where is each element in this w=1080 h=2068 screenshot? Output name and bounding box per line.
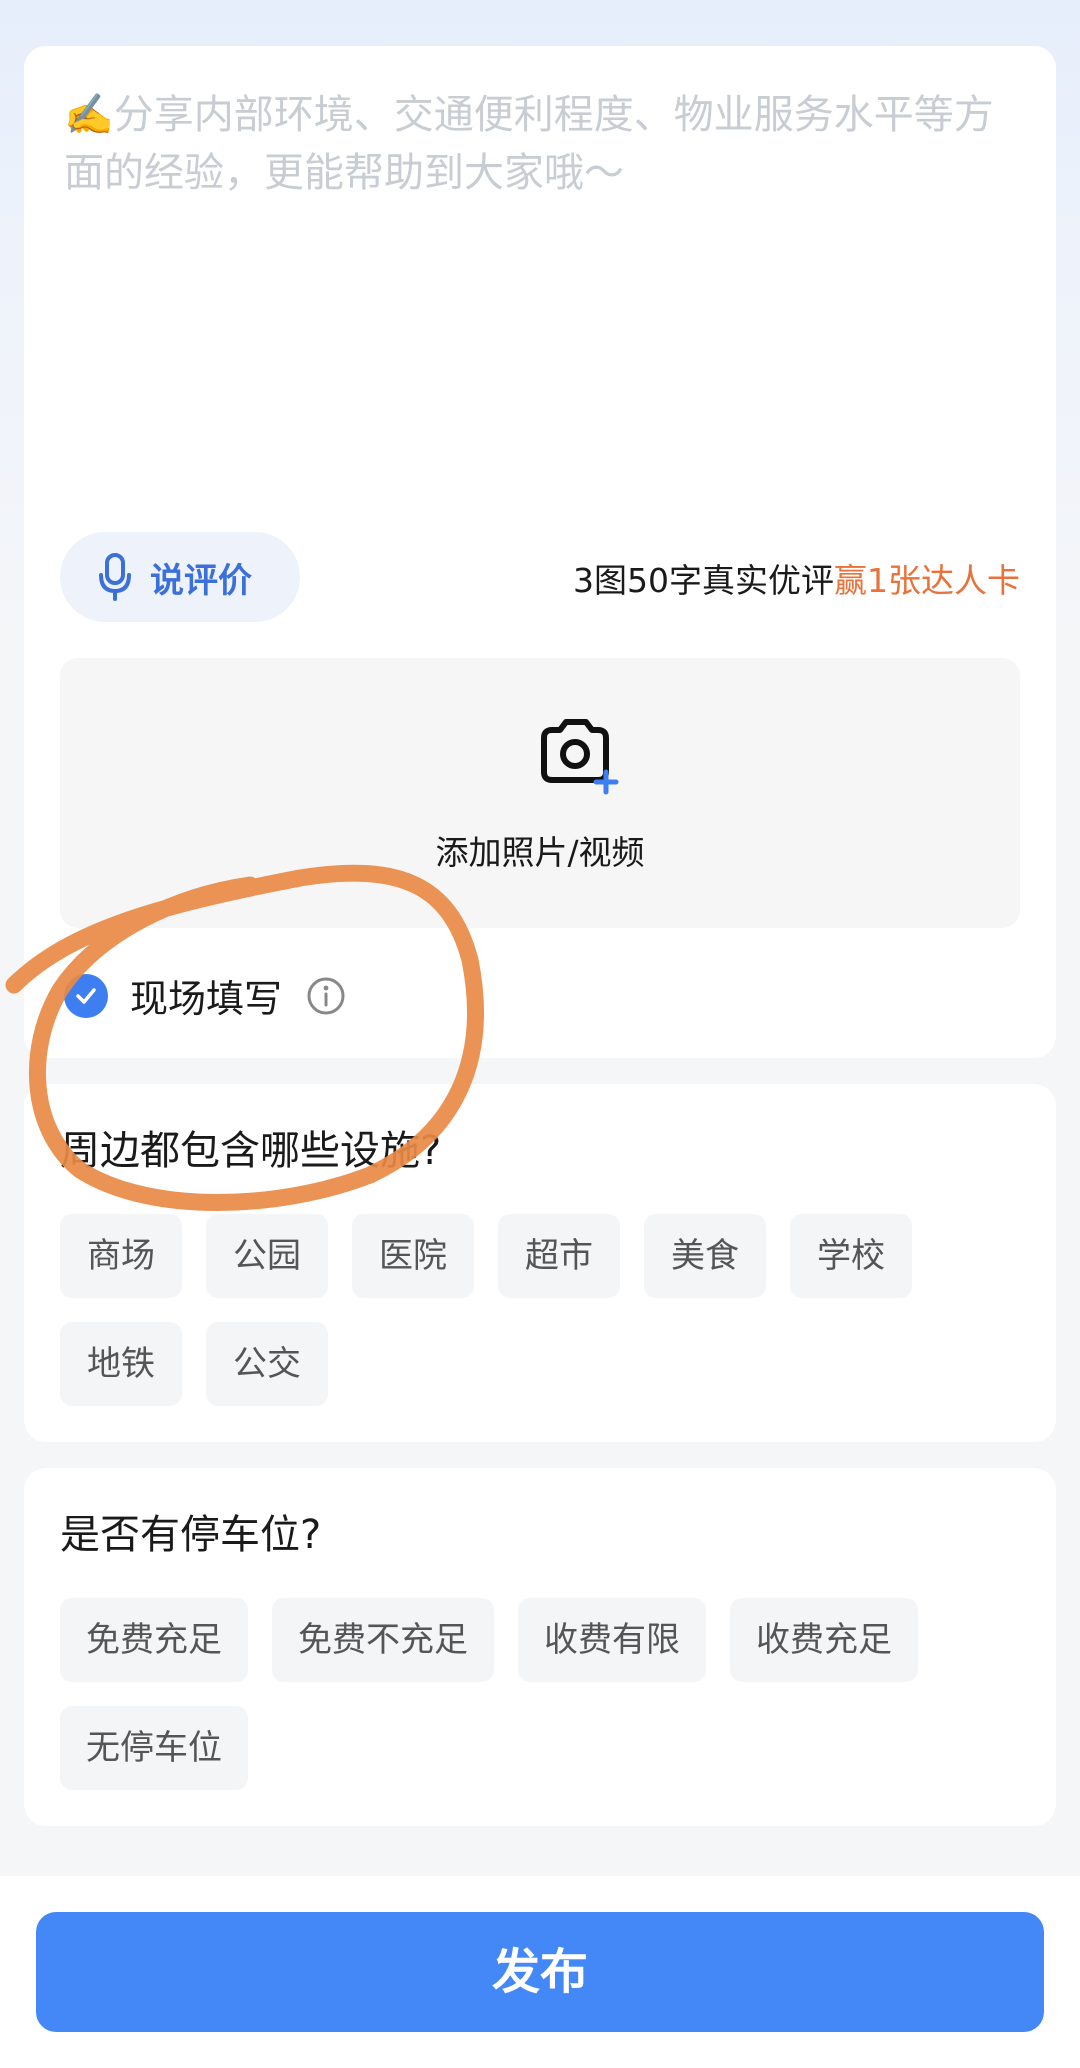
parking-option[interactable]: 无停车位 xyxy=(60,1706,248,1790)
add-media-button[interactable]: 添加照片/视频 xyxy=(60,658,1020,928)
review-text-input[interactable] xyxy=(64,86,1014,506)
onsite-checkbox[interactable]: 现场填写 xyxy=(64,968,346,1023)
facility-option[interactable]: 学校 xyxy=(790,1214,912,1298)
voice-review-button[interactable]: 说评价 xyxy=(60,532,300,622)
parking-option[interactable]: 收费充足 xyxy=(730,1598,918,1682)
parking-option[interactable]: 免费充足 xyxy=(60,1598,248,1682)
facility-option[interactable]: 超市 xyxy=(498,1214,620,1298)
review-card: 说评价 3图50字真实优评赢1张达人卡 添加照片/视频 现场填写 xyxy=(24,46,1056,1058)
camera-plus-icon xyxy=(541,719,619,795)
facilities-card: 周边都包含哪些设施? 商场 公园 医院 超市 美食 学校 地铁 公交 xyxy=(24,1084,1056,1442)
facilities-options: 商场 公园 医院 超市 美食 学校 地铁 公交 xyxy=(60,1214,1020,1406)
info-icon[interactable] xyxy=(306,976,346,1016)
parking-option[interactable]: 收费有限 xyxy=(518,1598,706,1682)
parking-question: 是否有停车位? xyxy=(60,1512,322,1558)
promo-prefix: 3图50字真实优评 xyxy=(573,561,834,600)
bottom-bar: 发布 xyxy=(0,1876,1080,2068)
promo-text: 3图50字真实优评赢1张达人卡 xyxy=(573,554,1020,602)
facility-option[interactable]: 医院 xyxy=(352,1214,474,1298)
parking-card: 是否有停车位? 免费充足 免费不充足 收费有限 收费充足 无停车位 xyxy=(24,1468,1056,1826)
parking-options: 免费充足 免费不充足 收费有限 收费充足 无停车位 xyxy=(60,1598,1020,1790)
promo-highlight: 赢1张达人卡 xyxy=(834,561,1020,600)
onsite-label: 现场填写 xyxy=(130,977,283,1021)
facilities-question: 周边都包含哪些设施? xyxy=(60,1128,442,1174)
check-circle-icon xyxy=(64,973,108,1018)
microphone-icon xyxy=(99,553,131,601)
facility-option[interactable]: 美食 xyxy=(644,1214,766,1298)
voice-review-label: 说评价 xyxy=(150,560,252,601)
facility-option[interactable]: 地铁 xyxy=(60,1322,182,1406)
facility-option[interactable]: 公园 xyxy=(206,1214,328,1298)
facility-option[interactable]: 公交 xyxy=(206,1322,328,1406)
add-media-label: 添加照片/视频 xyxy=(435,833,645,872)
parking-option[interactable]: 免费不充足 xyxy=(272,1598,494,1682)
facility-option[interactable]: 商场 xyxy=(60,1214,182,1298)
publish-button[interactable]: 发布 xyxy=(36,1912,1044,2032)
